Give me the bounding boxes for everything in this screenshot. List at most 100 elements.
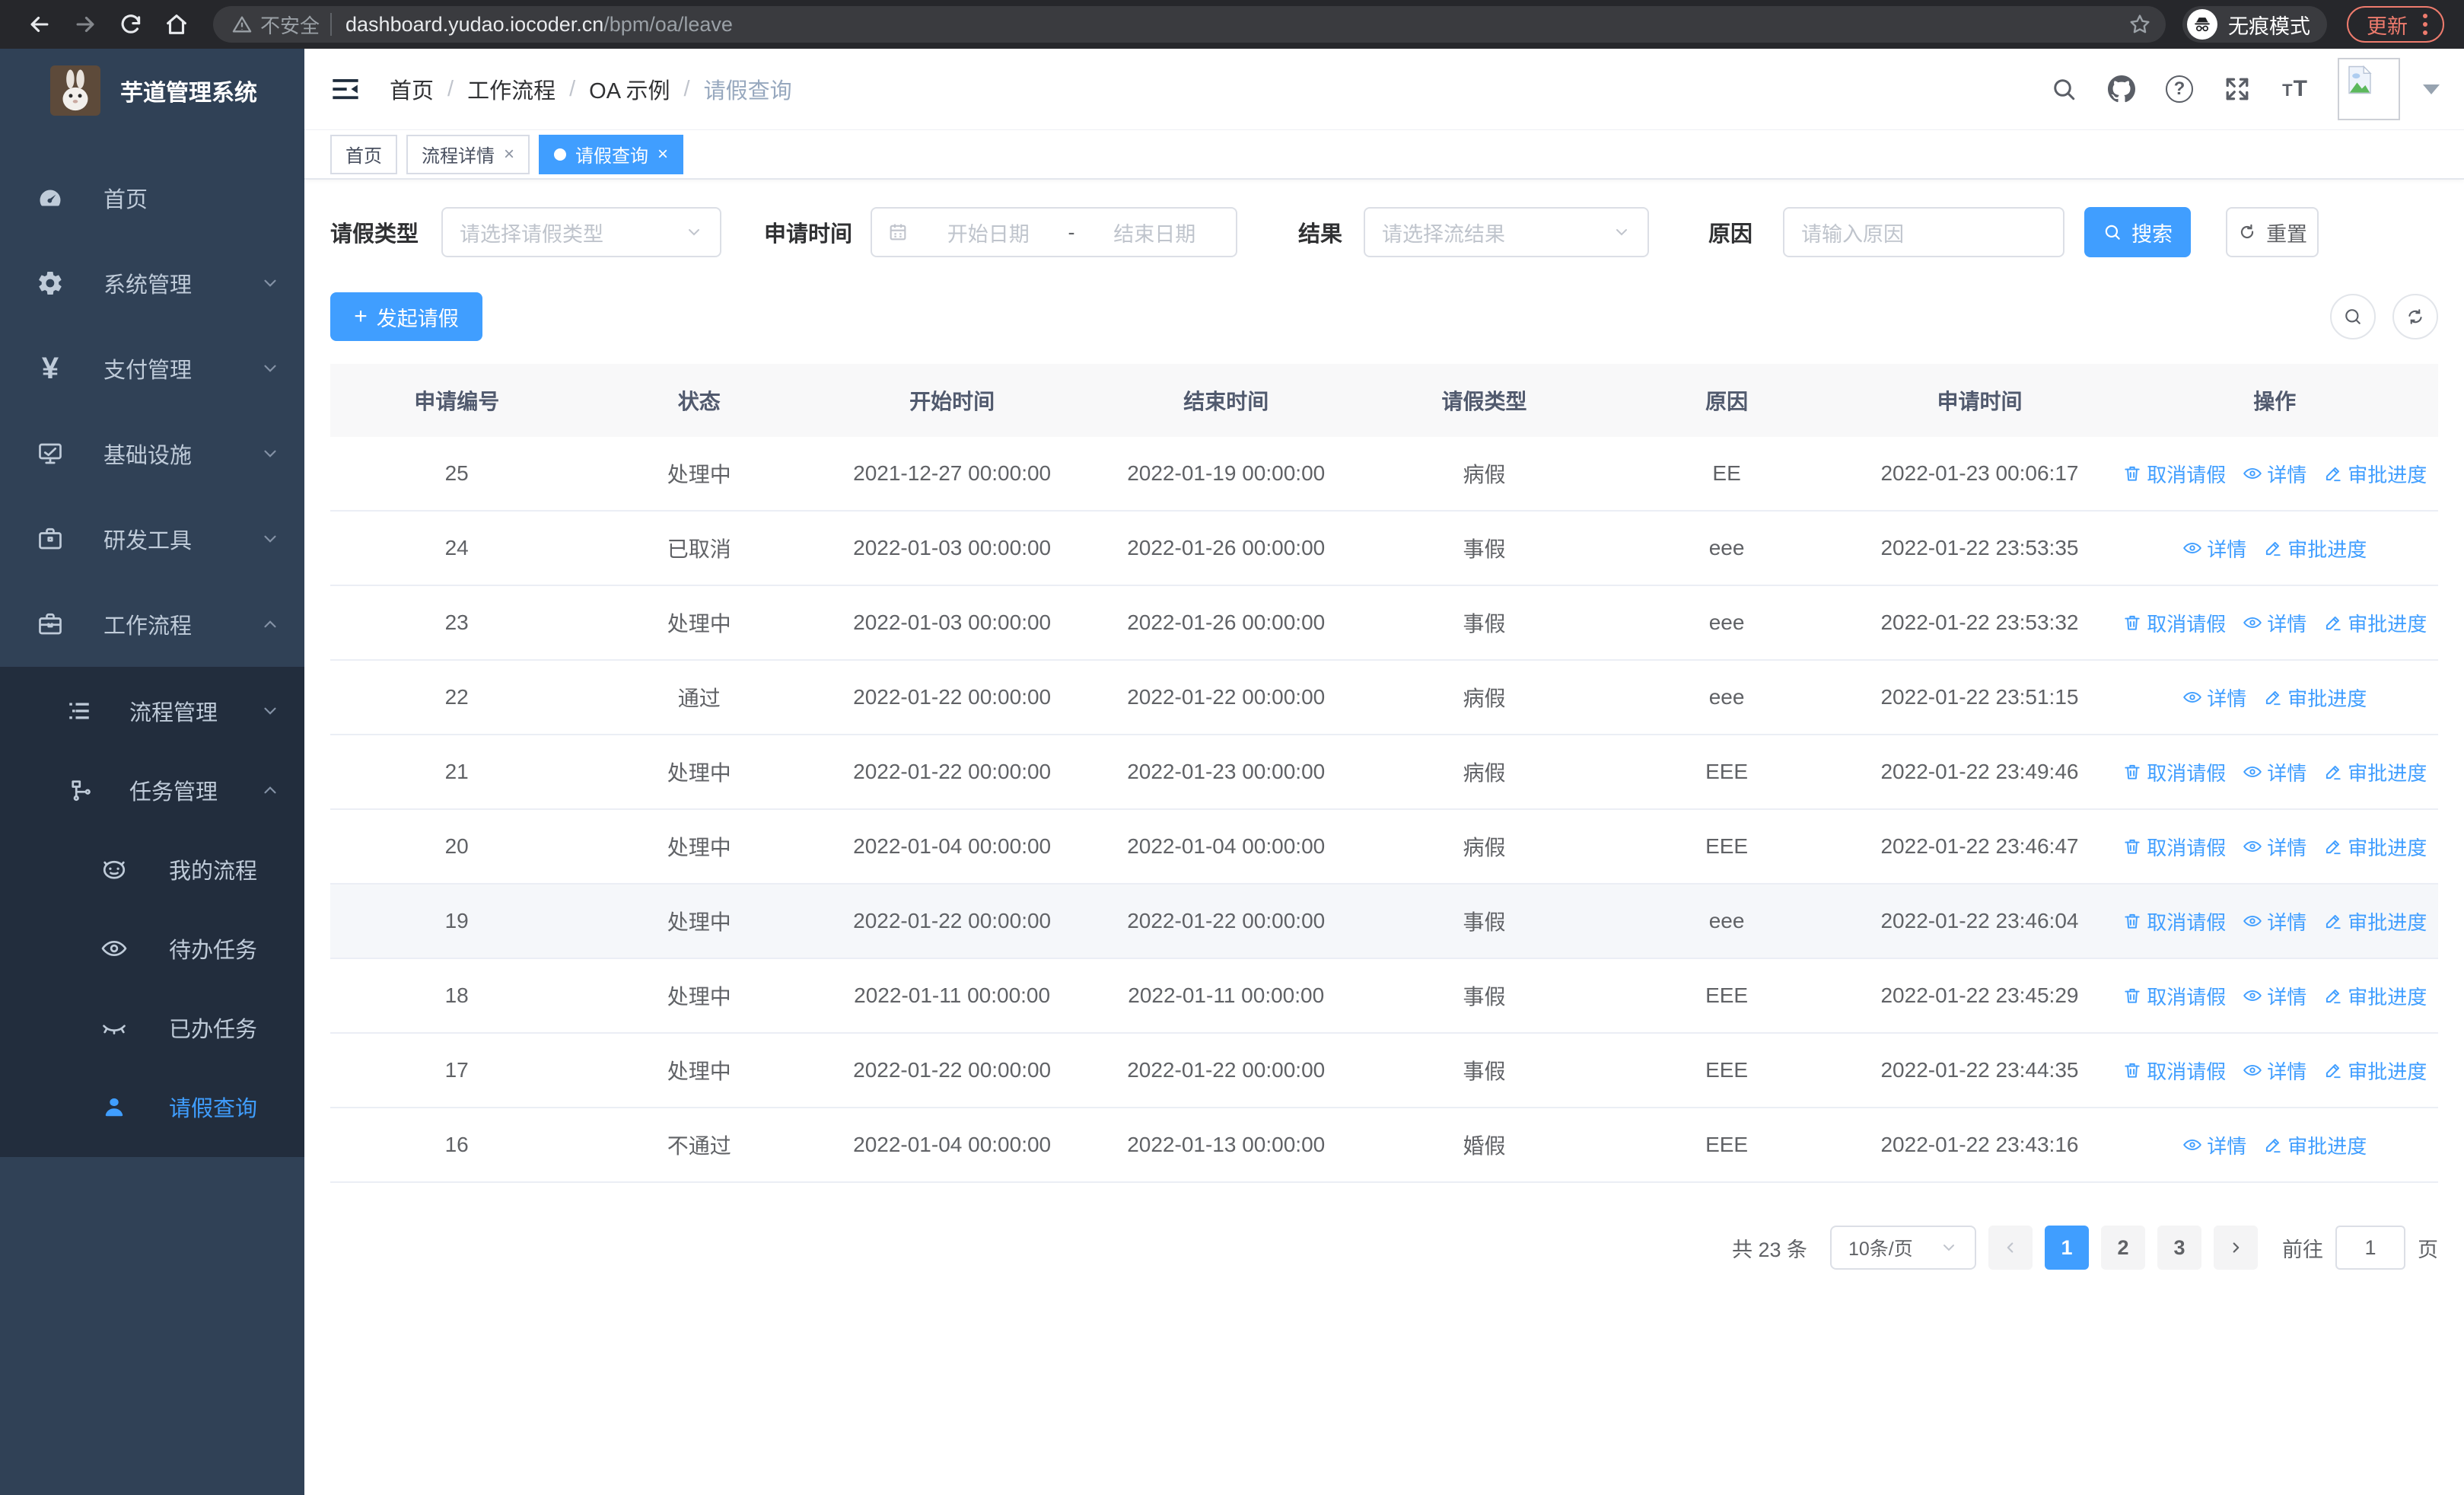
- close-icon[interactable]: ×: [504, 144, 514, 165]
- start-date-input[interactable]: 开始日期: [922, 218, 1055, 247]
- action-cancel-link[interactable]: 取消请假: [2122, 758, 2226, 786]
- browser-reload-button[interactable]: [111, 5, 151, 44]
- browser-menu-icon[interactable]: [2423, 14, 2431, 35]
- action-detail-link[interactable]: 详情: [2182, 534, 2246, 563]
- cell-end-time: 2022-01-26 00:00:00: [1127, 610, 1326, 634]
- action-detail-link[interactable]: 详情: [2182, 684, 2246, 712]
- eye-icon: [2183, 691, 2202, 703]
- action-cancel-link[interactable]: 取消请假: [2122, 460, 2226, 488]
- page-size-select[interactable]: 10条/页: [1830, 1226, 1976, 1270]
- action-detail-link[interactable]: 详情: [2243, 1057, 2306, 1085]
- action-progress-link[interactable]: 审批进度: [2323, 609, 2427, 637]
- action-progress-link[interactable]: 审批进度: [2323, 758, 2427, 786]
- action-progress-link[interactable]: 审批进度: [2263, 1131, 2367, 1159]
- action-cancel-link[interactable]: 取消请假: [2122, 1057, 2226, 1085]
- action-detail-link[interactable]: 详情: [2243, 758, 2306, 786]
- pen-icon: [2326, 840, 2341, 855]
- sidebar-logo[interactable]: 芋道管理系统: [0, 49, 304, 132]
- sidebar-item-todo-tasks[interactable]: 待办任务: [0, 909, 304, 988]
- browser-back-button[interactable]: [20, 5, 59, 44]
- tab-process-detail[interactable]: 流程详情 ×: [406, 134, 530, 174]
- sidebar-item-my-process[interactable]: 我的流程: [0, 830, 304, 909]
- help-icon[interactable]: ?: [2164, 74, 2195, 104]
- action-cancel-link[interactable]: 取消请假: [2122, 907, 2226, 936]
- reset-button[interactable]: 重置: [2226, 207, 2319, 257]
- action-detail-link[interactable]: 详情: [2243, 982, 2306, 1010]
- action-cancel-link[interactable]: 取消请假: [2122, 609, 2226, 637]
- security-indicator[interactable]: 不安全: [227, 11, 330, 39]
- sidebar-fold-button[interactable]: [329, 72, 362, 106]
- cell-status: 处理中: [667, 612, 731, 636]
- search-icon[interactable]: [2049, 74, 2079, 104]
- calendar-icon: [887, 222, 909, 243]
- sidebar-item-payment[interactable]: ¥ 支付管理: [0, 326, 304, 411]
- next-page-button[interactable]: [2214, 1226, 2258, 1270]
- pen-icon: [2326, 616, 2341, 631]
- action-progress-link[interactable]: 审批进度: [2323, 1057, 2427, 1085]
- goto-page-input[interactable]: 1: [2335, 1226, 2405, 1270]
- action-detail-link[interactable]: 详情: [2243, 833, 2306, 861]
- action-progress-link[interactable]: 审批进度: [2263, 684, 2367, 712]
- sidebar-item-system[interactable]: 系统管理: [0, 241, 304, 326]
- sidebar-item-process-mgmt[interactable]: 流程管理: [0, 671, 304, 751]
- end-date-input[interactable]: 结束日期: [1089, 218, 1221, 247]
- refresh-table-button[interactable]: [2392, 294, 2438, 339]
- browser-forward-button[interactable]: [65, 5, 105, 44]
- browser-home-button[interactable]: [157, 5, 196, 44]
- breadcrumb-home[interactable]: 首页: [390, 73, 434, 105]
- close-icon[interactable]: ×: [657, 144, 668, 165]
- prev-page-button[interactable]: [1988, 1226, 2033, 1270]
- incognito-badge: 无痕模式: [2182, 6, 2327, 43]
- page-button-3[interactable]: 3: [2157, 1226, 2201, 1270]
- chevron-down-icon: [260, 701, 280, 721]
- navbar-actions: ? TT: [2049, 58, 2440, 120]
- browser-update-button[interactable]: 更新: [2347, 6, 2444, 43]
- sidebar-item-infra[interactable]: 基础设施: [0, 411, 304, 496]
- tab-leave-query[interactable]: 请假查询 ×: [539, 134, 684, 174]
- address-bar[interactable]: 不安全 dashboard.yudao.iocoder.cn/bpm/oa/le…: [213, 6, 2166, 43]
- action-progress-link[interactable]: 审批进度: [2323, 982, 2427, 1010]
- avatar[interactable]: [2338, 58, 2400, 120]
- cell-status: 处理中: [667, 985, 731, 1009]
- action-cancel-link[interactable]: 取消请假: [2122, 982, 2226, 1010]
- bookmark-star-button[interactable]: [2128, 12, 2152, 37]
- chevron-up-icon: [260, 614, 280, 634]
- cell-leave-type: 婚假: [1463, 1134, 1506, 1158]
- reason-input[interactable]: 请输入原因: [1783, 207, 2065, 257]
- tab-home[interactable]: 首页: [330, 134, 397, 174]
- sidebar-item-workflow[interactable]: 工作流程: [0, 582, 304, 667]
- action-detail-link[interactable]: 详情: [2243, 460, 2306, 488]
- trash-icon: [2125, 988, 2140, 1003]
- action-progress-link[interactable]: 审批进度: [2323, 907, 2427, 936]
- action-progress-link[interactable]: 审批进度: [2323, 833, 2427, 861]
- action-cancel-link[interactable]: 取消请假: [2122, 833, 2226, 861]
- apply-time-range-picker[interactable]: 开始日期 - 结束日期: [871, 207, 1238, 257]
- sidebar-item-home[interactable]: 首页: [0, 155, 304, 241]
- table-toolbar: + 发起请假: [330, 292, 2438, 341]
- font-size-icon[interactable]: TT: [2280, 74, 2310, 104]
- eye-icon: [2243, 840, 2262, 853]
- action-progress-link[interactable]: 审批进度: [2263, 534, 2367, 563]
- broken-image-icon: [2348, 65, 2372, 94]
- sidebar-item-done-tasks[interactable]: 已办任务: [0, 988, 304, 1067]
- sidebar-item-devtools[interactable]: 研发工具: [0, 496, 304, 582]
- page-button-2[interactable]: 2: [2101, 1226, 2145, 1270]
- toggle-search-button[interactable]: [2330, 294, 2376, 339]
- leave-type-select[interactable]: 请选择请假类型: [441, 207, 722, 257]
- create-leave-button[interactable]: + 发起请假: [330, 292, 482, 341]
- star-icon: [2130, 14, 2150, 33]
- column-header: 请假类型: [1441, 390, 1527, 413]
- action-detail-link[interactable]: 详情: [2182, 1131, 2246, 1159]
- avatar-dropdown-caret[interactable]: [2423, 84, 2440, 94]
- action-detail-link[interactable]: 详情: [2243, 907, 2306, 936]
- action-progress-link[interactable]: 审批进度: [2323, 460, 2427, 488]
- result-select[interactable]: 请选择流结果: [1364, 207, 1650, 257]
- github-icon[interactable]: [2106, 74, 2137, 104]
- incognito-icon: [2187, 9, 2217, 40]
- page-button-1[interactable]: 1: [2045, 1226, 2089, 1270]
- sidebar-item-leave-query[interactable]: 请假查询: [0, 1067, 304, 1146]
- fullscreen-icon[interactable]: [2222, 74, 2252, 104]
- sidebar-item-task-mgmt[interactable]: 任务管理: [0, 751, 304, 830]
- search-button[interactable]: 搜索: [2084, 207, 2192, 257]
- action-detail-link[interactable]: 详情: [2243, 609, 2306, 637]
